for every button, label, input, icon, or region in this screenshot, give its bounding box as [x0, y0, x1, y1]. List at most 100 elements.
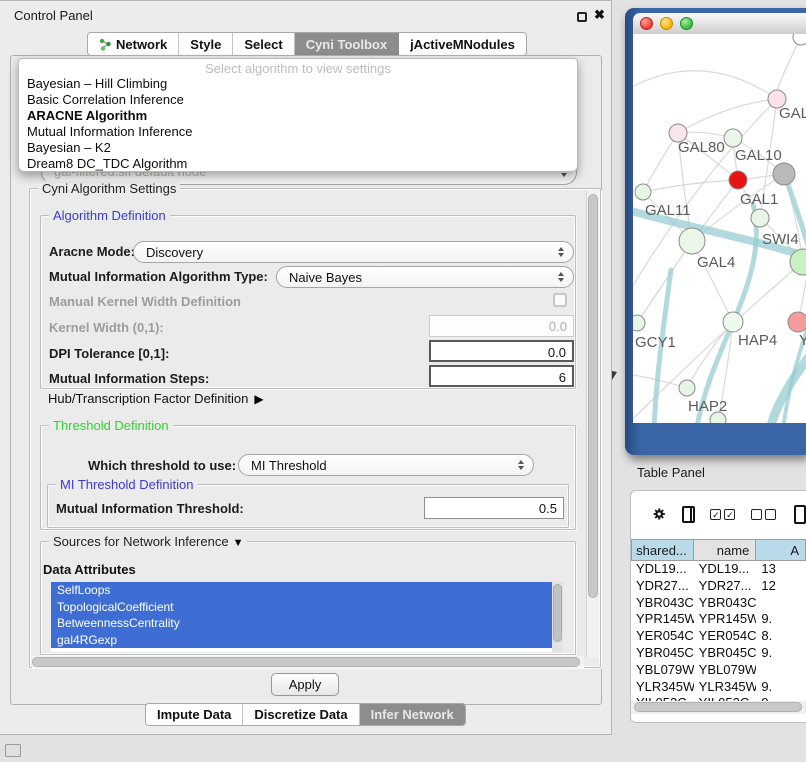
attribute-item-selfloops[interactable]: SelfLoops — [51, 582, 563, 599]
table-row[interactable]: YER054CYER054C8. — [631, 628, 806, 645]
mi-steps-label: Mutual Information Steps: — [49, 371, 209, 386]
network-edge[interactable] — [777, 37, 801, 90]
table-cell: YLR345W — [631, 679, 694, 696]
mi-threshold-field[interactable]: 0.5 — [424, 497, 564, 519]
manual-kernel-label: Manual Kernel Width Definition — [49, 294, 241, 309]
page-icon[interactable] — [794, 505, 806, 524]
which-threshold-select[interactable]: MI Threshold — [238, 454, 534, 476]
settings-vertical-scrollbar[interactable] — [586, 191, 599, 657]
settings-horizontal-scrollbar[interactable] — [32, 656, 584, 668]
column-header-name[interactable]: name — [694, 539, 757, 561]
algorithm-option-dream8-dc-tdc-algorithm[interactable]: Dream8 DC_TDC Algorithm — [19, 156, 577, 172]
attr-items: SelfLoopsTopologicalCoefficientBetweenne… — [51, 582, 563, 648]
algorithm-option-basic-correlation-inference[interactable]: Basic Correlation Inference — [19, 92, 577, 108]
mi-type-value: Naive Bayes — [277, 270, 558, 285]
attr-list-scrollbar[interactable] — [552, 582, 563, 652]
deselect-checks-icon[interactable] — [751, 509, 779, 520]
tab-jactivemnodules[interactable]: jActiveMNodules — [399, 33, 526, 55]
manual-kernel-checkbox[interactable] — [553, 293, 567, 307]
table-row[interactable]: YDL19...YDL19...13 — [631, 561, 806, 578]
mi-threshold-label: Mutual Information Threshold: — [56, 501, 244, 516]
network-node-gray-node[interactable] — [773, 163, 795, 185]
network-edge[interactable] — [678, 99, 777, 133]
tab-infer-network[interactable]: Infer Network — [360, 704, 465, 725]
minimize-traffic-light-icon[interactable] — [660, 17, 673, 30]
node-label-gcy1: GCY1 — [635, 334, 676, 351]
network-icon — [99, 38, 112, 51]
network-node-gal10[interactable] — [724, 129, 742, 147]
table-row[interactable]: YDR27...YDR27...12 — [631, 578, 806, 595]
bottom-tabs: Impute DataDiscretize DataInfer Network — [145, 703, 466, 726]
network-view-window: GALGAL80GAL10GAL1GAL11GAL4SWI4GCY1HAP4YH… — [625, 8, 806, 455]
which-threshold-label: Which threshold to use: — [88, 458, 236, 473]
network-edge[interactable] — [633, 71, 777, 99]
minimized-panel-icon[interactable] — [5, 744, 21, 757]
dpi-tolerance-field[interactable]: 0.0 — [429, 340, 574, 362]
algorithm-option-mutual-information-inference[interactable]: Mutual Information Inference — [19, 124, 577, 140]
network-window-titlebar — [633, 13, 806, 34]
apply-button[interactable]: Apply — [271, 673, 339, 696]
attribute-item-betweennesscentrality[interactable]: BetweennessCentrality — [51, 615, 563, 632]
gear-icon[interactable] — [653, 505, 665, 523]
table-cell: 8. — [756, 628, 806, 645]
attribute-item-topologicalcoefficient[interactable]: TopologicalCoefficient — [51, 599, 563, 616]
algorithm-option-aracne-algorithm[interactable]: ARACNE Algorithm — [19, 108, 577, 124]
network-node-y-cut[interactable] — [788, 312, 806, 332]
tab-impute-data[interactable]: Impute Data — [146, 704, 243, 725]
table-row[interactable]: YPR145WYPR145W9. — [631, 611, 806, 628]
network-node-gal4[interactable] — [679, 228, 705, 254]
column-header-shared[interactable]: shared... — [631, 539, 694, 561]
tab-discretize-data[interactable]: Discretize Data — [243, 704, 359, 725]
tab-cyni-toolbox[interactable]: Cyni Toolbox — [295, 33, 399, 55]
mi-steps-field[interactable]: 6 — [429, 365, 574, 387]
table-row[interactable]: YLR345WYLR345W9. — [631, 679, 806, 696]
tab-style[interactable]: Style — [179, 33, 233, 55]
table-row[interactable]: YBR043CYBR043C — [631, 595, 806, 612]
table-cell: YBR043C — [694, 595, 757, 612]
column-header-a[interactable]: A — [756, 539, 806, 561]
table-cell: YPR145W — [694, 611, 757, 628]
network-node-gal11[interactable] — [635, 184, 651, 200]
aracne-mode-value: Discovery — [134, 245, 558, 260]
tab-network[interactable]: Network — [88, 33, 179, 55]
close-icon[interactable]: ✖ — [594, 7, 605, 23]
attribute-item-gal4rgexp[interactable]: gal4RGexp — [51, 632, 563, 649]
table-cell: YBR045C — [631, 645, 694, 662]
mi-type-select[interactable]: Naive Bayes — [276, 266, 574, 288]
table-cell: 13 — [756, 561, 806, 578]
hub-definition-toggle[interactable]: Hub/Transcription Factor Definition▶ — [48, 391, 264, 406]
data-attributes-list[interactable]: SelfLoopsTopologicalCoefficientBetweenne… — [51, 582, 563, 652]
algorithm-option-bayesian-hill-climbing[interactable]: Bayesian – Hill Climbing — [19, 76, 577, 92]
network-edge-highlighted[interactable] — [770, 354, 806, 423]
network-canvas[interactable]: GALGAL80GAL10GAL1GAL11GAL4SWI4GCY1HAP4YH… — [633, 34, 806, 423]
table-cell: YPR145W — [631, 611, 694, 628]
tab-select[interactable]: Select — [233, 33, 294, 55]
network-node-partial-top[interactable] — [793, 34, 806, 45]
algorithm-option-bayesian-k2[interactable]: Bayesian – K2 — [19, 140, 577, 156]
float-window-icon[interactable] — [577, 12, 587, 22]
network-node-hap2[interactable] — [679, 380, 695, 396]
network-node-gcy1[interactable] — [633, 315, 645, 331]
network-node-red-node[interactable] — [729, 171, 747, 189]
algorithm-definition-title: Algorithm Definition — [49, 208, 170, 223]
threshold-definition-title: Threshold Definition — [49, 418, 173, 433]
network-node-hap4[interactable] — [723, 312, 743, 332]
network-edge[interactable] — [643, 133, 678, 192]
settings-group-title: Cyni Algorithm Settings — [38, 181, 180, 196]
select-checks-icon[interactable]: ✓✓ — [710, 509, 738, 520]
table-row[interactable]: YBR045CYBR045C9. — [631, 645, 806, 662]
kernel-width-field[interactable]: 0.0 — [429, 315, 574, 337]
node-label-swi4: SWI4 — [762, 231, 799, 248]
close-traffic-light-icon[interactable] — [640, 17, 653, 30]
network-edge[interactable] — [643, 180, 738, 192]
aracne-mode-select[interactable]: Discovery — [133, 241, 574, 263]
mouse-cursor — [612, 371, 617, 380]
network-node-gal1[interactable] — [751, 209, 769, 227]
table-horizontal-scrollbar[interactable] — [631, 701, 806, 714]
zoom-traffic-light-icon[interactable] — [680, 17, 693, 30]
table-cell: YBL079W — [694, 662, 757, 679]
aracne-mode-label: Aracne Mode: — [49, 244, 135, 259]
split-columns-icon[interactable] — [682, 506, 695, 523]
combo-arrows-icon — [518, 460, 524, 470]
table-row[interactable]: YBL079WYBL079W — [631, 662, 806, 679]
